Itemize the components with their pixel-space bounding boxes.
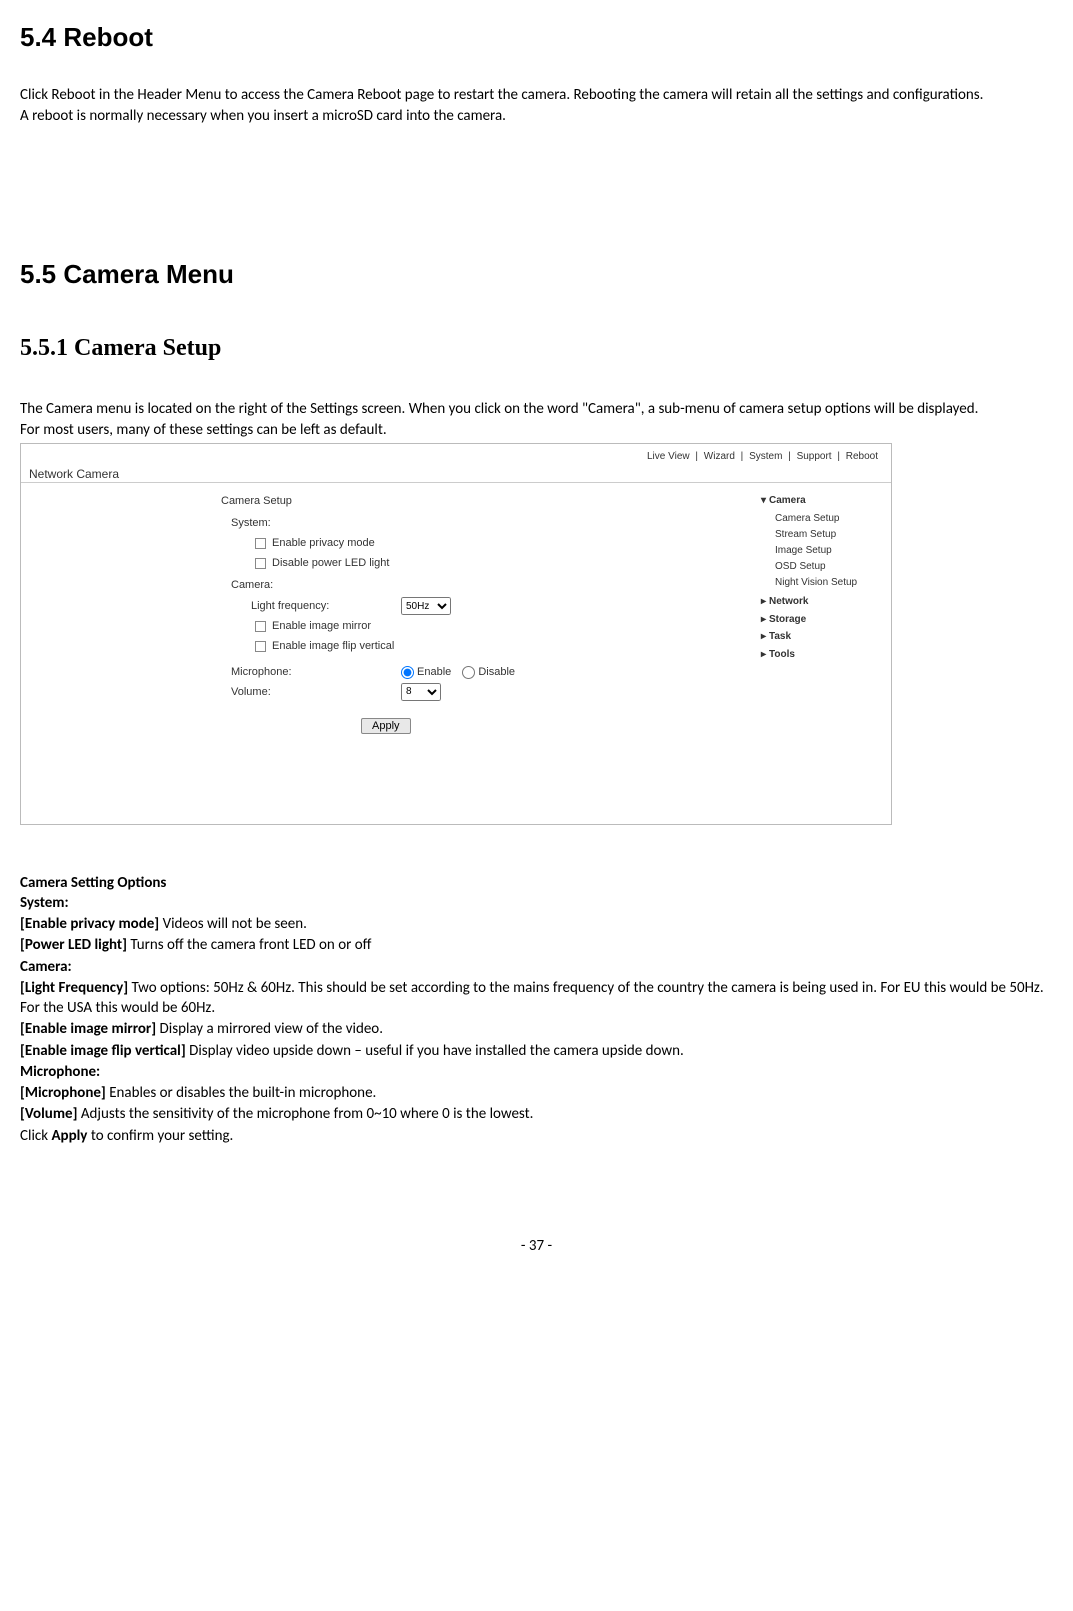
options-flip: [Enable image flip vertical] Display vid… xyxy=(20,1041,1053,1061)
label-led: Disable power LED light xyxy=(272,556,389,571)
form-title: Camera Setup xyxy=(221,494,515,509)
checkbox-mirror[interactable] xyxy=(255,621,266,632)
page-number: - 37 - xyxy=(20,1236,1053,1256)
sidebar-stream-setup[interactable]: Stream Setup xyxy=(775,527,881,543)
options-mic: [Microphone] Enables or disables the bui… xyxy=(20,1083,1053,1103)
options-mirror: [Enable image mirror] Display a mirrored… xyxy=(20,1019,1053,1039)
label-volume: Volume: xyxy=(231,685,401,700)
nav-support[interactable]: Support xyxy=(797,451,832,462)
group-system: System: xyxy=(231,516,515,531)
sidebar-tools[interactable]: ▸Tools xyxy=(761,648,881,662)
options-heading: Camera Setting Options xyxy=(20,873,1053,893)
nav-system[interactable]: System xyxy=(749,451,782,462)
topnav: Live View | Wizard | System | Support | … xyxy=(644,450,881,464)
heading-5-5: 5.5 Camera Menu xyxy=(20,257,1053,292)
nav-wizard[interactable]: Wizard xyxy=(704,451,735,462)
options-apply: Click Apply to confirm your setting. xyxy=(20,1126,1053,1146)
label-microphone: Microphone: xyxy=(231,665,401,680)
form-camera-setup: Camera Setup System: Enable privacy mode… xyxy=(221,494,515,734)
chevron-right-icon: ▸ xyxy=(761,630,769,644)
select-volume[interactable]: 8 xyxy=(401,683,441,701)
chevron-down-icon: ▾ xyxy=(761,494,769,508)
sidebar-image-setup[interactable]: Image Setup xyxy=(775,543,881,559)
para-5-4-1: Click Reboot in the Header Menu to acces… xyxy=(20,85,1053,105)
options-mic-heading: Microphone: xyxy=(20,1062,1053,1082)
nav-reboot[interactable]: Reboot xyxy=(846,451,878,462)
label-light-frequency: Light frequency: xyxy=(251,599,401,614)
sidebar-network[interactable]: ▸Network xyxy=(761,595,881,609)
radio-mic-enable[interactable] xyxy=(401,666,414,679)
options-system: System: xyxy=(20,893,1053,913)
checkbox-flip[interactable] xyxy=(255,641,266,652)
label-mic-enable: Enable xyxy=(417,666,451,678)
para-5-4-2: A reboot is normally necessary when you … xyxy=(20,106,1053,126)
label-flip: Enable image flip vertical xyxy=(272,639,394,654)
apply-button[interactable]: Apply xyxy=(361,718,411,734)
divider xyxy=(21,482,891,483)
app-title: Network Camera xyxy=(29,466,119,482)
chevron-right-icon: ▸ xyxy=(761,613,769,627)
heading-5-5-1: 5.5.1 Camera Setup xyxy=(20,332,1053,364)
options-freq: [Light Frequency] Two options: 50Hz & 60… xyxy=(20,978,1053,1019)
sidebar-camera[interactable]: ▾Camera xyxy=(761,494,881,508)
label-privacy: Enable privacy mode xyxy=(272,536,375,551)
chevron-right-icon: ▸ xyxy=(761,648,769,662)
sidebar-osd-setup[interactable]: OSD Setup xyxy=(775,559,881,575)
radio-mic-disable[interactable] xyxy=(462,666,475,679)
para-5-5-1: The Camera menu is located on the right … xyxy=(20,399,1053,419)
para-5-5-2: For most users, many of these settings c… xyxy=(20,420,1053,440)
heading-5-4: 5.4 Reboot xyxy=(20,20,1053,55)
label-mic-disable: Disable xyxy=(478,666,515,678)
options-camera: Camera: xyxy=(20,957,1053,977)
sidebar-night-vision-setup[interactable]: Night Vision Setup xyxy=(775,575,881,591)
options-privacy: [Enable privacy mode] Videos will not be… xyxy=(20,914,1053,934)
screenshot-camera-setup: Live View | Wizard | System | Support | … xyxy=(20,443,892,825)
sidebar-storage[interactable]: ▸Storage xyxy=(761,613,881,627)
checkbox-led[interactable] xyxy=(255,558,266,569)
group-camera: Camera: xyxy=(231,578,515,593)
select-light-frequency[interactable]: 50Hz xyxy=(401,597,451,615)
options-led: [Power LED light] Turns off the camera f… xyxy=(20,935,1053,955)
sidebar: ▾Camera Camera Setup Stream Setup Image … xyxy=(761,490,881,666)
sidebar-camera-setup[interactable]: Camera Setup xyxy=(775,511,881,527)
options-vol: [Volume] Adjusts the sensitivity of the … xyxy=(20,1104,1053,1124)
checkbox-privacy[interactable] xyxy=(255,538,266,549)
sidebar-task[interactable]: ▸Task xyxy=(761,630,881,644)
chevron-right-icon: ▸ xyxy=(761,595,769,609)
label-mirror: Enable image mirror xyxy=(272,619,371,634)
nav-live-view[interactable]: Live View xyxy=(647,451,690,462)
